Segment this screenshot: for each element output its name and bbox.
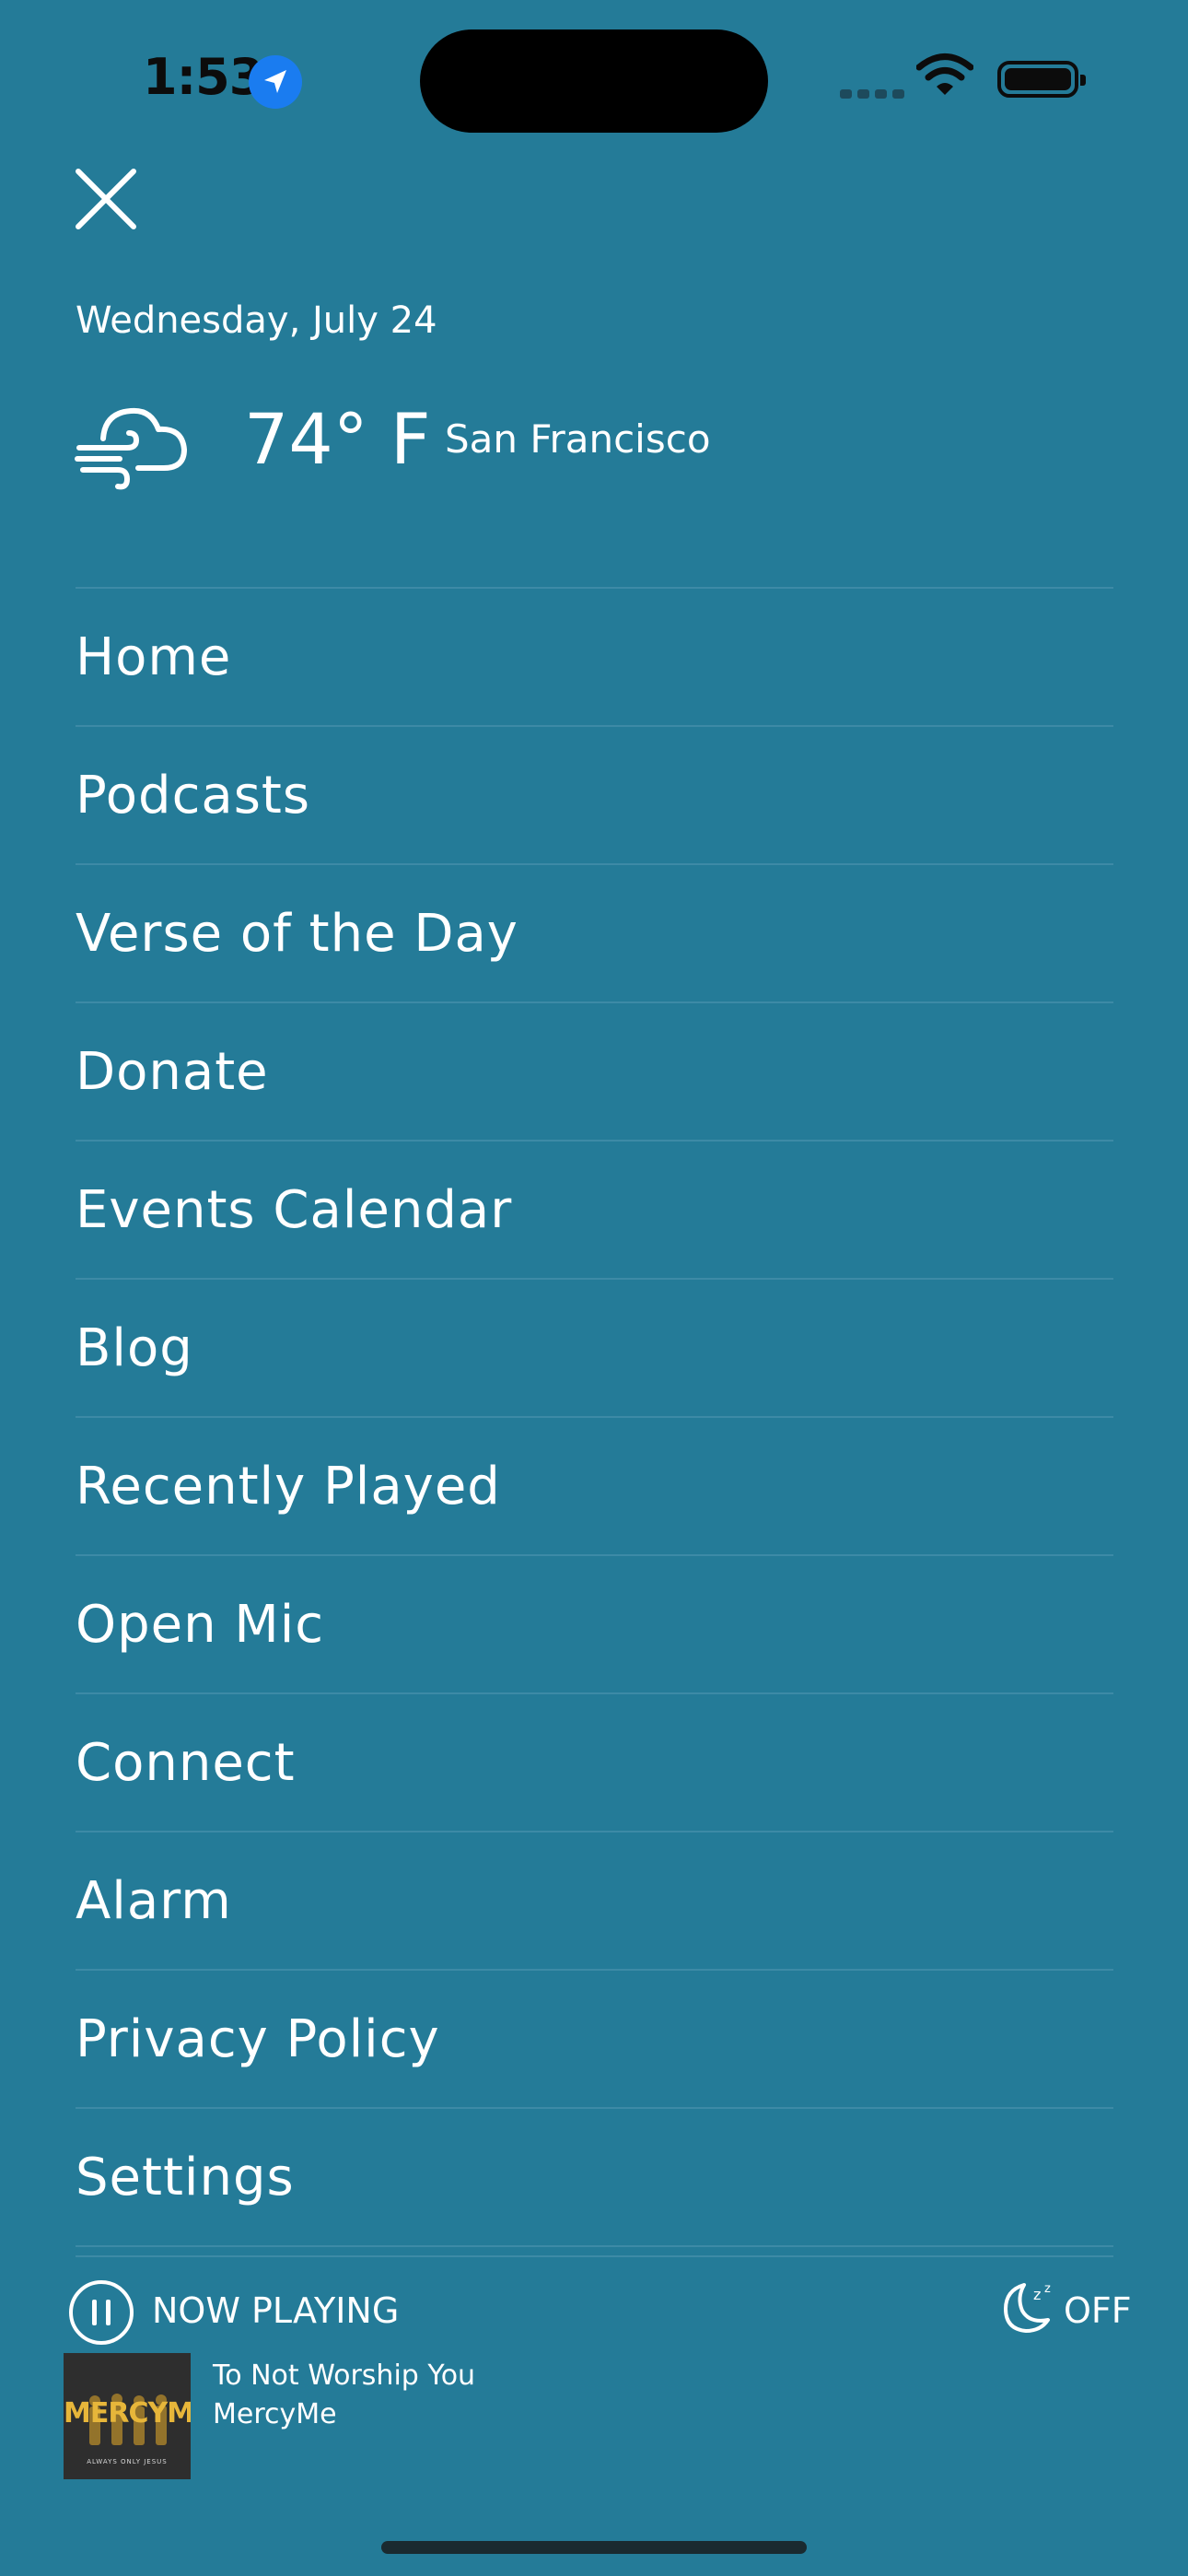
windy-cloud-icon [74, 398, 190, 498]
menu-item-recently-played[interactable]: Recently Played [76, 1418, 1113, 1556]
pause-button[interactable] [68, 2279, 134, 2346]
cellular-signal-icon [840, 85, 910, 102]
divider [76, 2255, 1113, 2257]
menu-item-verse-of-the-day[interactable]: Verse of the Day [76, 865, 1113, 1003]
menu-item-privacy-policy[interactable]: Privacy Policy [76, 1971, 1113, 2109]
menu-item-settings[interactable]: Settings [76, 2109, 1113, 2247]
album-art[interactable]: MERCYME ALWAYS ONLY JESUS [64, 2353, 191, 2479]
status-time: 1:53 [143, 48, 263, 106]
pause-icon [69, 2280, 134, 2345]
location-arrow-icon [249, 55, 302, 109]
close-menu-button[interactable] [76, 169, 136, 229]
wifi-icon [915, 52, 974, 101]
menu-item-open-mic[interactable]: Open Mic [76, 1556, 1113, 1694]
battery-icon [997, 61, 1086, 98]
menu-item-events-calendar[interactable]: Events Calendar [76, 1142, 1113, 1280]
temperature: 74° F [244, 398, 431, 480]
sleep-timer-status[interactable]: OFF [1064, 2290, 1132, 2331]
album-subtitle: ALWAYS ONLY JESUS [87, 2458, 168, 2465]
status-bar: 1:53 [0, 0, 1188, 138]
sleep-moon-icon: z z [1004, 2282, 1051, 2333]
weather-city: San Francisco [445, 416, 711, 462]
album-logo: MERCYME [64, 2397, 191, 2430]
artist-name: MercyMe [213, 2398, 337, 2430]
dynamic-island [420, 29, 768, 133]
svg-text:z: z [1044, 2282, 1051, 2296]
menu-item-donate[interactable]: Donate [76, 1003, 1113, 1142]
now-playing-label: NOW PLAYING [152, 2290, 400, 2331]
menu-item-alarm[interactable]: Alarm [76, 1832, 1113, 1971]
menu-item-connect[interactable]: Connect [76, 1694, 1113, 1832]
song-title: To Not Worship You [213, 2359, 476, 2392]
home-indicator[interactable] [381, 2541, 807, 2554]
menu-item-home[interactable]: Home [76, 589, 1113, 727]
sleep-timer-button[interactable]: z z [996, 2279, 1061, 2338]
track-info[interactable]: To Not Worship You MercyMe [213, 2357, 475, 2434]
menu-item-blog[interactable]: Blog [76, 1280, 1113, 1418]
current-date: Wednesday, July 24 [76, 299, 437, 342]
svg-text:z: z [1033, 2286, 1041, 2303]
navigation-menu: Home Podcasts Verse of the Day Donate Ev… [76, 587, 1113, 2247]
close-icon [76, 169, 136, 229]
menu-item-podcasts[interactable]: Podcasts [76, 727, 1113, 865]
